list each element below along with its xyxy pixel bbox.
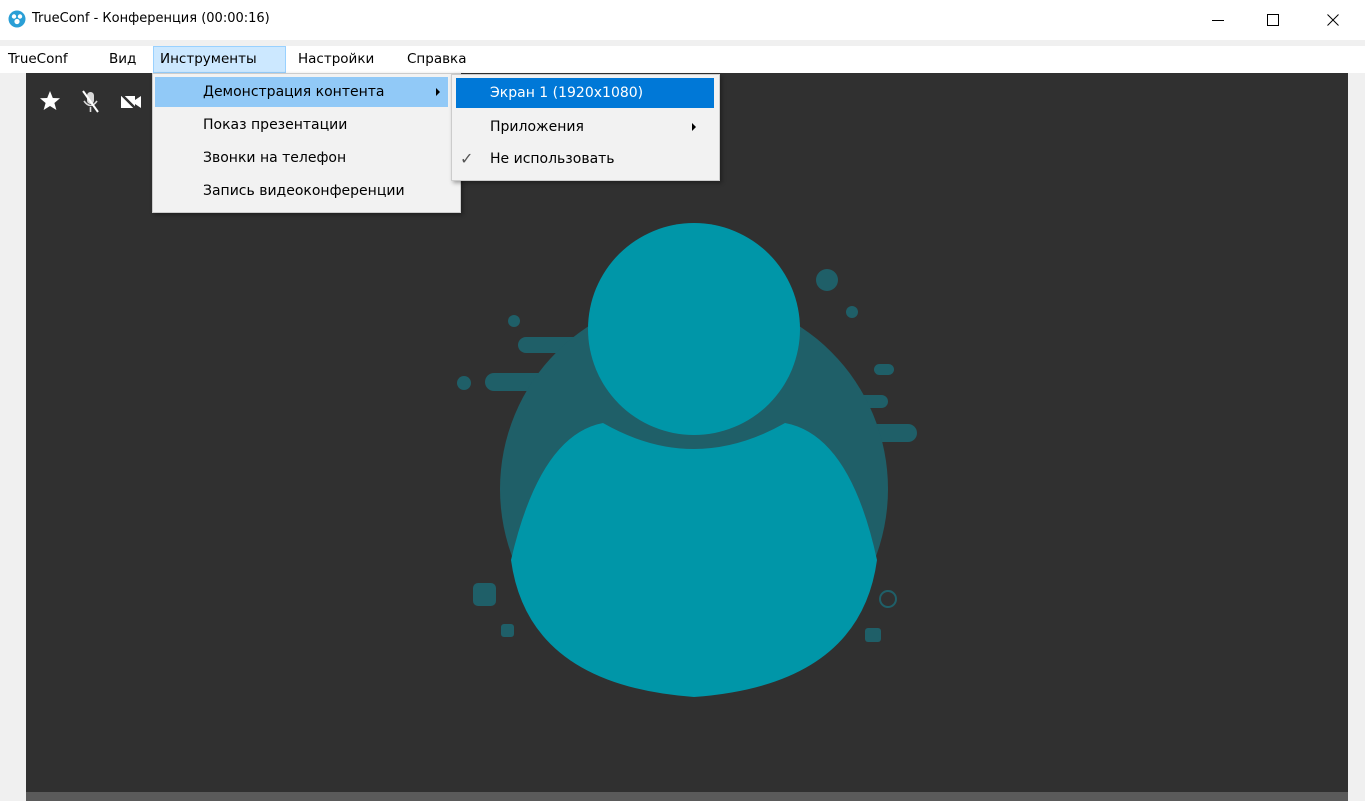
content-demo-submenu: Экран 1 (1920x1080) Приложения ✓ Не испо… bbox=[451, 74, 720, 181]
menu-item-label: Демонстрация контента bbox=[203, 84, 385, 100]
avatar-body bbox=[511, 423, 877, 697]
menu-item-screen-1[interactable]: Экран 1 (1920x1080) bbox=[456, 78, 714, 108]
avatar-head bbox=[588, 223, 800, 435]
maximize-button[interactable] bbox=[1250, 0, 1296, 40]
menu-bar: TrueConf Вид Инструменты Настройки Справ… bbox=[0, 46, 1365, 73]
menu-item-presentation[interactable]: Показ презентации bbox=[155, 110, 458, 140]
menu-tools[interactable]: Инструменты bbox=[153, 46, 286, 73]
camera-off-icon bbox=[119, 92, 141, 112]
check-icon: ✓ bbox=[460, 149, 474, 168]
menu-view[interactable]: Вид bbox=[103, 46, 142, 73]
minimize-button[interactable] bbox=[1195, 0, 1241, 40]
maximize-icon bbox=[1267, 14, 1279, 26]
submenu-arrow-icon bbox=[436, 88, 440, 96]
menu-item-label: Экран 1 (1920x1080) bbox=[490, 85, 644, 101]
menu-item-record-conference[interactable]: Запись видеоконференции bbox=[155, 176, 458, 206]
mic-muted-icon bbox=[82, 90, 99, 113]
menu-item-label: Приложения bbox=[490, 119, 584, 135]
menu-item-label: Запись видеоконференции bbox=[203, 183, 405, 199]
menu-item-content-demo[interactable]: Демонстрация контента bbox=[155, 77, 448, 107]
menu-help[interactable]: Справка bbox=[401, 46, 472, 73]
menu-settings[interactable]: Настройки bbox=[292, 46, 380, 73]
submenu-arrow-icon bbox=[692, 123, 696, 131]
menu-item-do-not-use[interactable]: ✓ Не использовать bbox=[456, 144, 714, 174]
window-title: TrueConf - Конференция (00:00:16) bbox=[32, 11, 270, 26]
star-icon bbox=[40, 91, 60, 110]
close-button[interactable] bbox=[1310, 0, 1356, 40]
menu-trueconf[interactable]: TrueConf bbox=[2, 46, 74, 73]
title-bar: TrueConf - Конференция (00:00:16) bbox=[0, 0, 1365, 40]
menu-item-label: Звонки на телефон bbox=[203, 150, 347, 166]
minimize-icon bbox=[1212, 20, 1224, 21]
user-avatar-placeholder bbox=[457, 223, 917, 697]
status-icons bbox=[40, 90, 141, 113]
menu-item-phone-calls[interactable]: Звонки на телефон bbox=[155, 143, 458, 173]
video-bottom-bar bbox=[26, 792, 1348, 801]
trueconf-app-icon bbox=[8, 10, 26, 28]
menu-item-label: Не использовать bbox=[490, 151, 615, 167]
close-icon bbox=[1327, 14, 1339, 26]
tools-dropdown-menu: Демонстрация контента Показ презентации … bbox=[152, 73, 461, 213]
menu-item-label: Показ презентации bbox=[203, 117, 348, 133]
menu-item-applications[interactable]: Приложения bbox=[456, 112, 714, 142]
